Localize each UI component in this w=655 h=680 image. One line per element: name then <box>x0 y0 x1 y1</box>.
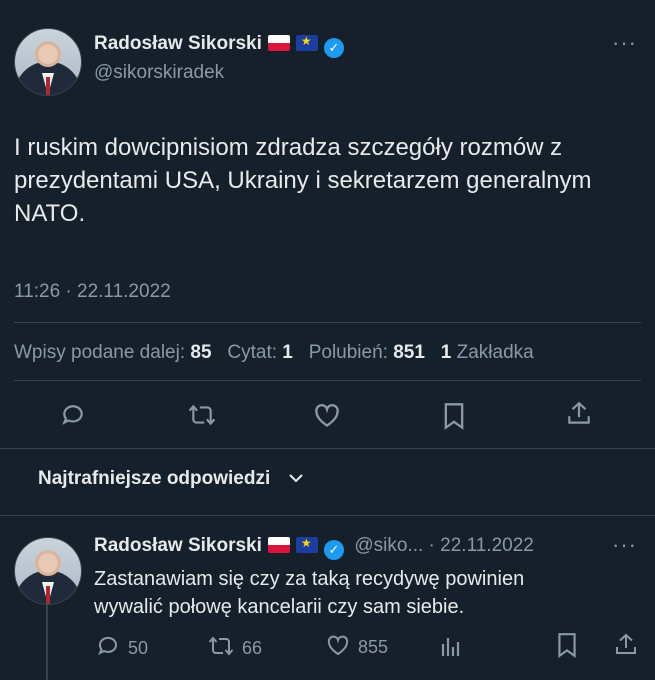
reply-handle-date[interactable]: @siko... · 22.11.2022 <box>354 535 533 556</box>
eu-flag-icon <box>295 537 318 553</box>
reply-repost-button[interactable]: 66 <box>208 634 262 663</box>
reply-text-line: wywalić połowę kancelarii czy sam siebie… <box>94 596 465 618</box>
divider <box>14 322 641 323</box>
replies-sort-dropdown[interactable]: Najtrafniejsze odpowiedzi <box>38 468 304 490</box>
share-icon[interactable] <box>614 632 638 658</box>
bookmark-icon[interactable] <box>556 632 578 658</box>
like-count: 855 <box>358 637 389 657</box>
reply-header: Radosław Sikorski ✓ @siko... · 22.11.2022 <box>94 535 534 560</box>
verified-badge-icon[interactable]: ✓ <box>323 38 344 58</box>
more-options-icon[interactable]: ··· <box>612 30 637 56</box>
divider <box>14 380 641 381</box>
quotes-stat[interactable]: Cytat: 1 <box>227 342 292 363</box>
reply-text: Zastanawiam się czy za taką recydywę pow… <box>94 565 639 621</box>
thread-line <box>46 600 48 680</box>
like-icon[interactable] <box>313 402 341 428</box>
reply-like-button[interactable]: 855 <box>326 634 388 661</box>
divider <box>0 448 655 449</box>
reply-icon <box>96 634 120 663</box>
reply-author-avatar[interactable] <box>14 537 82 605</box>
poland-flag-icon <box>267 35 290 51</box>
eu-flag-icon <box>295 35 318 51</box>
author-handle[interactable]: @sikorskiradek <box>94 62 224 84</box>
views-icon[interactable] <box>440 634 462 658</box>
likes-stat[interactable]: Polubień: 851 <box>309 342 425 363</box>
reply-author-name[interactable]: Radosław Sikorski <box>94 535 262 556</box>
chevron-down-icon <box>288 470 304 488</box>
verified-badge-icon[interactable]: ✓ <box>323 540 344 560</box>
reposts-stat[interactable]: Wpisy podane dalej: 85 <box>14 342 212 363</box>
author-name[interactable]: Radosław Sikorski <box>94 33 262 54</box>
reply-reply-button[interactable]: 50 <box>96 634 148 663</box>
like-icon <box>326 634 350 661</box>
reply-icon[interactable] <box>60 402 86 428</box>
replies-sort-label: Najtrafniejsze odpowiedzi <box>38 468 271 489</box>
bookmark-icon[interactable] <box>442 402 466 430</box>
reply-more-options-icon[interactable]: ··· <box>612 532 637 558</box>
divider <box>0 515 655 516</box>
repost-icon[interactable] <box>187 402 217 428</box>
tweet-timestamp[interactable]: 11:26 · 22.11.2022 <box>14 281 171 303</box>
repost-icon <box>208 634 234 663</box>
repost-count: 66 <box>242 638 263 658</box>
tweet-text: I ruskim dowcipnisiom zdradza szczegóły … <box>14 134 592 227</box>
share-icon[interactable] <box>566 400 592 428</box>
tweet-stats: Wpisy podane dalej: 85 Cytat: 1 Polubień… <box>14 342 534 364</box>
poland-flag-icon <box>267 537 290 553</box>
author-name-row: Radosław Sikorski ✓ <box>94 33 344 58</box>
bookmarks-stat[interactable]: 1 Zakładka <box>441 342 534 363</box>
reply-text-line: Zastanawiam się czy za taką recydywę pow… <box>94 568 525 590</box>
reply-count: 50 <box>128 638 149 658</box>
author-avatar[interactable] <box>14 28 82 96</box>
